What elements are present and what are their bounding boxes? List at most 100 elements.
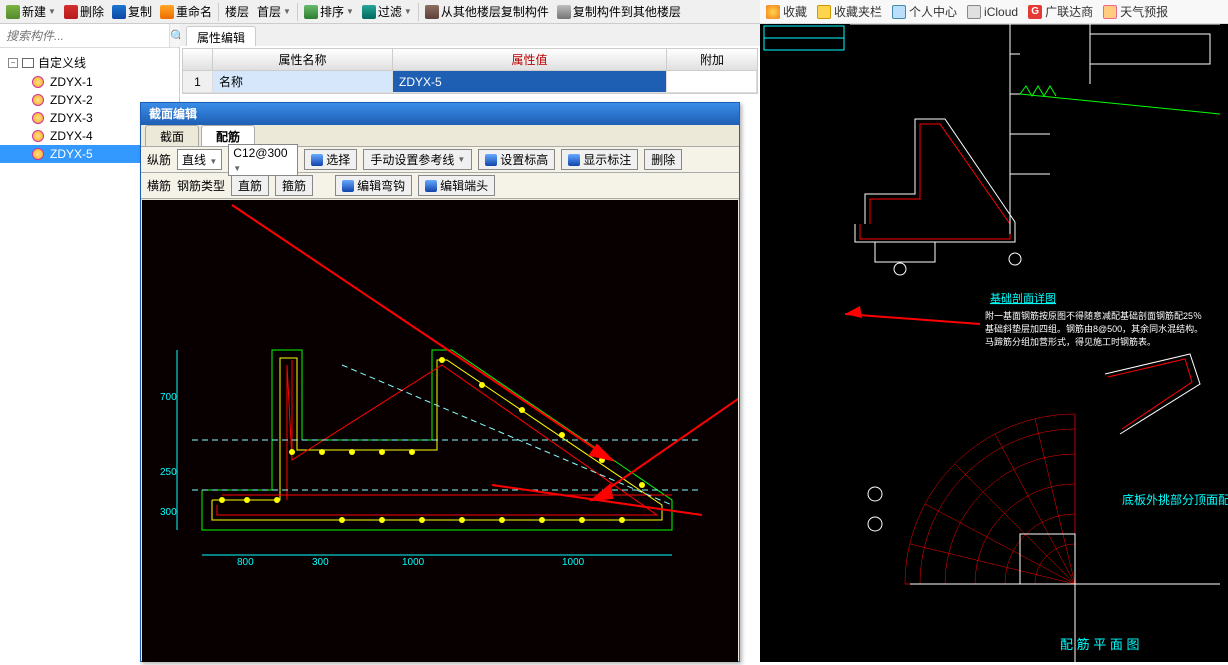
tab-section[interactable]: 截面 (145, 125, 199, 146)
spec-select[interactable]: C12@300 ▼ (228, 144, 298, 176)
edit-bend-button[interactable]: 编辑弯钩 (335, 175, 412, 196)
gear-icon (32, 76, 44, 88)
new-button[interactable]: 新建▼ (2, 1, 60, 23)
chevron-down-icon: ▼ (283, 7, 291, 16)
chevron-down-icon: ▼ (404, 7, 412, 16)
tree-item-label: ZDYX-2 (50, 93, 93, 107)
dialog-toolbar-1: 纵筋 直线 ▼ C12@300 ▼ 选择 手动设置参考线 ▼ 设置标高 显示标注… (141, 147, 739, 173)
tree-root[interactable]: − 自定义线 (0, 52, 179, 73)
annotation-icon (568, 154, 580, 166)
delete-button[interactable]: 删除 (644, 149, 682, 170)
tree-item-label: ZDYX-5 (50, 147, 93, 161)
folder-icon (817, 5, 831, 19)
dim-300b: 300 (312, 557, 329, 568)
straight-bar-button[interactable]: 直筋 (231, 175, 269, 196)
copy-to-icon (557, 5, 571, 19)
dim-1000a: 1000 (402, 557, 425, 568)
chevron-down-icon: ▼ (233, 164, 241, 173)
note-2: 基础斜垫层加四组。钢筋由8@500，其余同水混结构。 (985, 323, 1203, 334)
property-header: 属性名称 属性值 附加 (183, 49, 757, 71)
copy-from-button[interactable]: 从其他楼层复制构件 (421, 1, 553, 23)
floor-select[interactable]: 首层▼ (253, 1, 295, 23)
bookmark-fav[interactable]: 收藏 (766, 3, 807, 20)
cell-value[interactable]: ZDYX-5 (393, 71, 667, 92)
separator (418, 3, 419, 21)
gear-icon (32, 148, 44, 160)
hoop-bar-button[interactable]: 箍筋 (275, 175, 313, 196)
copy-from-label: 从其他楼层复制构件 (441, 3, 549, 20)
gear-icon (32, 112, 44, 124)
sort-label: 排序 (320, 3, 344, 20)
select-label: 选择 (326, 151, 350, 168)
filter-button[interactable]: 过滤▼ (358, 1, 416, 23)
detail-title: 基础剖面详图 (990, 291, 1056, 305)
dim-300: 300 (160, 507, 177, 518)
spec-value: C12@300 (233, 146, 287, 160)
plan-title: 配 筋 平 面 图 (1060, 637, 1139, 652)
gear-icon (32, 130, 44, 142)
filter-label: 过滤 (378, 3, 402, 20)
bookmark-icloud[interactable]: iCloud (967, 5, 1018, 19)
elevation-icon (485, 154, 497, 166)
property-tabs: 属性编辑 (180, 24, 760, 46)
dim-800: 800 (237, 557, 254, 568)
header-index (183, 49, 213, 70)
rename-label: 重命名 (176, 3, 212, 20)
delete-icon (64, 5, 78, 19)
bm-label: iCloud (984, 5, 1018, 19)
gear-icon (32, 94, 44, 106)
search-input[interactable] (0, 24, 169, 47)
section-drawing: 700 250 300 800 300 1000 1000 (142, 200, 738, 662)
manual-refline-button[interactable]: 手动设置参考线 ▼ (363, 149, 472, 170)
sort-button[interactable]: 排序▼ (300, 1, 358, 23)
tab-property-edit[interactable]: 属性编辑 (186, 26, 256, 46)
reference-drawing-viewer[interactable]: 基础剖面详图 附一基面钢筋按原图不得随意减配基础剖面钢筋配25％ 基础斜垫层加四… (760, 24, 1228, 662)
set-elevation-button[interactable]: 设置标高 (478, 149, 555, 170)
section-editor-dialog: 截面编辑 截面 配筋 纵筋 直线 ▼ C12@300 ▼ 选择 手动设置参考线 … (140, 102, 740, 662)
bm-label: 收藏 (783, 3, 807, 20)
header-name: 属性名称 (213, 49, 393, 70)
bm-label: 广联达商 (1045, 3, 1093, 20)
tree-item-zdyx1[interactable]: ZDYX-1 (0, 73, 179, 91)
bookmark-glodon[interactable]: G广联达商 (1028, 3, 1093, 20)
edit-end-button[interactable]: 编辑端头 (418, 175, 495, 196)
manual-label: 手动设置参考线 (370, 151, 454, 168)
rename-button[interactable]: 重命名 (156, 1, 216, 23)
select-button[interactable]: 选择 (304, 149, 357, 170)
delete-button[interactable]: 删除 (60, 1, 108, 23)
bm-label: 个人中心 (909, 3, 957, 20)
line-type-value: 直线 (182, 153, 206, 167)
rename-icon (160, 5, 174, 19)
dialog-toolbar-2: 横筋 钢筋类型 直筋 箍筋 编辑弯钩 编辑端头 (141, 173, 739, 199)
bookmark-weather[interactable]: 天气预报 (1103, 3, 1168, 20)
copy-to-button[interactable]: 复制构件到其他楼层 (553, 1, 685, 23)
copy-icon (112, 5, 126, 19)
dialog-title[interactable]: 截面编辑 (141, 103, 739, 125)
line-type-select[interactable]: 直线 ▼ (177, 149, 222, 170)
cell-name: 名称 (213, 71, 393, 92)
copy-button[interactable]: 复制 (108, 1, 156, 23)
weather-icon (1103, 5, 1117, 19)
dim-250: 250 (160, 467, 177, 478)
collapse-icon[interactable]: − (8, 58, 18, 68)
hbar-label: 横筋 (147, 177, 171, 194)
section-canvas[interactable]: 700 250 300 800 300 1000 1000 (142, 200, 738, 662)
vbar-label: 纵筋 (147, 151, 171, 168)
chevron-down-icon: ▼ (48, 7, 56, 16)
bookmark-personal[interactable]: 个人中心 (892, 3, 957, 20)
bookmark-folder[interactable]: 收藏夹栏 (817, 3, 882, 20)
show-annotation-button[interactable]: 显示标注 (561, 149, 638, 170)
bartype-label: 钢筋类型 (177, 177, 225, 194)
floor-label: 楼层 (221, 3, 253, 20)
bend-icon (342, 180, 354, 192)
editbend-label: 编辑弯钩 (357, 177, 405, 194)
property-row[interactable]: 1 名称 ZDYX-5 (183, 71, 757, 93)
note-1: 附一基面钢筋按原图不得随意减配基础剖面钢筋配25％ (985, 310, 1202, 321)
delete-label: 删除 (80, 3, 104, 20)
chevron-down-icon: ▼ (457, 155, 465, 164)
copy-label: 复制 (128, 3, 152, 20)
cloud-icon (967, 5, 981, 19)
dim-1000b: 1000 (562, 557, 585, 568)
bm-label: 收藏夹栏 (834, 3, 882, 20)
person-icon (892, 5, 906, 19)
